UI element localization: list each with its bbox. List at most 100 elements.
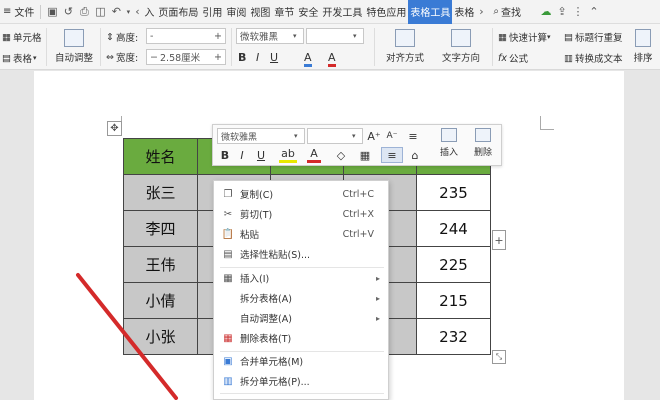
repeat-icon: ▤ bbox=[564, 31, 573, 43]
name-cell[interactable]: 王伟 bbox=[123, 246, 198, 283]
auto-adjust-button[interactable]: 自动调整 bbox=[52, 29, 96, 64]
cut-label: 剪切(T) bbox=[240, 210, 273, 221]
tab-review[interactable]: 审阅 bbox=[224, 0, 248, 24]
mini-highlight-button[interactable]: ab bbox=[279, 147, 297, 163]
width-label: ⇔ 宽度: bbox=[106, 50, 138, 65]
italic-button[interactable]: I bbox=[256, 51, 259, 64]
mini-border-icon[interactable]: ▦ bbox=[357, 147, 373, 163]
file-menu[interactable]: ≡ 文件 bbox=[0, 0, 37, 24]
align-icon bbox=[395, 29, 415, 47]
bold-button[interactable]: B bbox=[238, 51, 246, 64]
menu-item-delete-table[interactable]: ▦ 删除表格(T) bbox=[214, 328, 388, 348]
save-icon[interactable]: ▣ bbox=[44, 0, 60, 24]
sort-button[interactable]: 排序 bbox=[630, 29, 656, 64]
height-icon: ⇕ bbox=[106, 31, 114, 43]
tab-insert[interactable]: 入 bbox=[142, 0, 156, 24]
align-button[interactable]: 对齐方式 bbox=[380, 29, 430, 64]
add-column-button[interactable]: + bbox=[492, 230, 506, 250]
quick-calc-button[interactable]: ▦ 快速计算 ▾ bbox=[498, 30, 551, 45]
tab-developer[interactable]: 开发工具 bbox=[320, 0, 364, 24]
table-resize-handle[interactable]: ⤡ bbox=[492, 350, 506, 364]
margin-corner-right bbox=[540, 116, 554, 130]
tab-security[interactable]: 安全 bbox=[296, 0, 320, 24]
line-spacing-icon[interactable]: ≡ bbox=[405, 128, 421, 144]
menu-item-auto-adjust[interactable]: 自动调整(A) ▸ bbox=[214, 308, 388, 328]
cloud-sync-icon[interactable]: ☁ bbox=[538, 0, 554, 24]
tab-references[interactable]: 引用 bbox=[200, 0, 224, 24]
undo-history-icon[interactable]: ↺ bbox=[60, 0, 76, 24]
value-cell[interactable]: 232 bbox=[416, 318, 491, 355]
height-input[interactable]: - + bbox=[146, 28, 226, 44]
text-direction-button[interactable]: 文字方向 bbox=[436, 29, 486, 64]
minus-icon: − bbox=[150, 51, 158, 63]
ribbon-cell-button[interactable]: ▦ 单元格 bbox=[2, 30, 42, 45]
title-repeat-label: 标题行重复 bbox=[574, 33, 623, 44]
delete-table-label: 删除表格(T) bbox=[240, 334, 292, 345]
collapse-ribbon-icon[interactable]: ⌃ bbox=[586, 0, 602, 24]
mini-delete-label: 删除 bbox=[473, 148, 492, 158]
menu-item-split-cells[interactable]: ▥ 拆分单元格(P)... bbox=[214, 371, 388, 391]
menu-item-paste[interactable]: 📋 粘贴 Ctrl+V bbox=[214, 224, 388, 244]
mini-delete-button[interactable]: 删除 bbox=[469, 128, 497, 158]
font-color-button[interactable]: A bbox=[328, 51, 336, 67]
tab-table-style[interactable]: 表格 bbox=[452, 0, 476, 24]
highlight-button[interactable]: A bbox=[304, 51, 312, 67]
mini-underline-button[interactable]: U bbox=[253, 147, 269, 163]
value-cell[interactable]: 244 bbox=[416, 210, 491, 247]
font-size-select[interactable]: ▾ bbox=[306, 28, 364, 44]
search-button[interactable]: ⌕ 查找 bbox=[490, 0, 524, 24]
menu-item-paste-special[interactable]: ▤ 选择性粘贴(S)... bbox=[214, 244, 388, 264]
table-move-handle[interactable]: ✥ bbox=[107, 121, 122, 136]
value-cell[interactable]: 215 bbox=[416, 282, 491, 319]
mini-font-select[interactable]: 微软雅黑 ▾ bbox=[217, 128, 305, 144]
menu-item-copy[interactable]: ❐ 复制(C) Ctrl+C bbox=[214, 184, 388, 204]
ribbon-table-button[interactable]: ▤ 表格 ▾ bbox=[2, 51, 37, 66]
separator bbox=[40, 4, 42, 19]
tab-view[interactable]: 视图 bbox=[248, 0, 272, 24]
sort-label: 排序 bbox=[633, 53, 653, 64]
tab-table-tools[interactable]: 表格工具 bbox=[408, 0, 453, 24]
mini-italic-button[interactable]: I bbox=[237, 147, 247, 163]
cut-shortcut: Ctrl+X bbox=[342, 208, 374, 220]
preview-icon[interactable]: ◫ bbox=[92, 0, 108, 24]
width-input[interactable]: − 2.58厘米 + bbox=[146, 49, 226, 65]
underline-button[interactable]: U bbox=[270, 51, 278, 64]
menu-item-insert[interactable]: ▦ 插入(I) ▸ bbox=[214, 268, 388, 288]
dropdown-icon[interactable]: ▾ bbox=[124, 0, 132, 24]
convert-text-button[interactable]: ▥ 转换成文本 bbox=[564, 51, 623, 66]
height-value: - bbox=[150, 30, 154, 42]
scroll-right-icon[interactable]: › bbox=[476, 0, 486, 24]
value-cell[interactable]: 225 bbox=[416, 246, 491, 283]
name-cell[interactable]: 小倩 bbox=[123, 282, 198, 319]
share-icon[interactable]: ⇪ bbox=[554, 0, 570, 24]
undo-icon[interactable]: ↶ bbox=[108, 0, 124, 24]
mini-align-icon[interactable]: ≡ bbox=[381, 147, 403, 163]
grow-font-icon[interactable]: A⁺ bbox=[367, 128, 381, 144]
mini-insert-button[interactable]: 插入 bbox=[435, 128, 463, 158]
formula-button[interactable]: fx 公式 bbox=[498, 51, 528, 66]
menu-item-merge-cells[interactable]: ▣ 合并单元格(M) bbox=[214, 351, 388, 371]
name-cell[interactable]: 小张 bbox=[123, 318, 198, 355]
name-cell[interactable]: 李四 bbox=[123, 210, 198, 247]
tab-page-layout[interactable]: 页面布局 bbox=[156, 0, 200, 24]
more-icon[interactable]: ⋮ bbox=[570, 0, 586, 24]
mini-shading-icon[interactable]: ◇ bbox=[333, 147, 349, 163]
mini-bold-button[interactable]: B bbox=[219, 147, 231, 163]
table-header-cell[interactable]: 姓名 bbox=[123, 138, 198, 175]
print-icon[interactable]: ⎙ bbox=[76, 0, 92, 24]
menu-item-split-table[interactable]: 拆分表格(A) ▸ bbox=[214, 288, 388, 308]
table-icon: ▤ bbox=[2, 52, 11, 64]
shrink-font-icon[interactable]: A⁻ bbox=[385, 128, 399, 144]
tab-special[interactable]: 特色应用 bbox=[364, 0, 408, 24]
mini-eraser-icon[interactable]: ⌂ bbox=[407, 147, 423, 163]
value-cell[interactable]: 235 bbox=[416, 174, 491, 211]
mini-size-select[interactable]: ▾ bbox=[307, 128, 363, 144]
tab-section[interactable]: 章节 bbox=[272, 0, 296, 24]
scroll-left-icon[interactable]: ‹ bbox=[132, 0, 142, 24]
height-label-text: 高度: bbox=[115, 33, 139, 44]
font-name-select[interactable]: 微软雅黑 ▾ bbox=[236, 28, 304, 44]
mini-font-color-button[interactable]: A bbox=[307, 147, 321, 163]
name-cell[interactable]: 张三 bbox=[123, 174, 198, 211]
title-repeat-button[interactable]: ▤ 标题行重复 bbox=[564, 30, 623, 45]
menu-item-cut[interactable]: ✂ 剪切(T) Ctrl+X bbox=[214, 204, 388, 224]
